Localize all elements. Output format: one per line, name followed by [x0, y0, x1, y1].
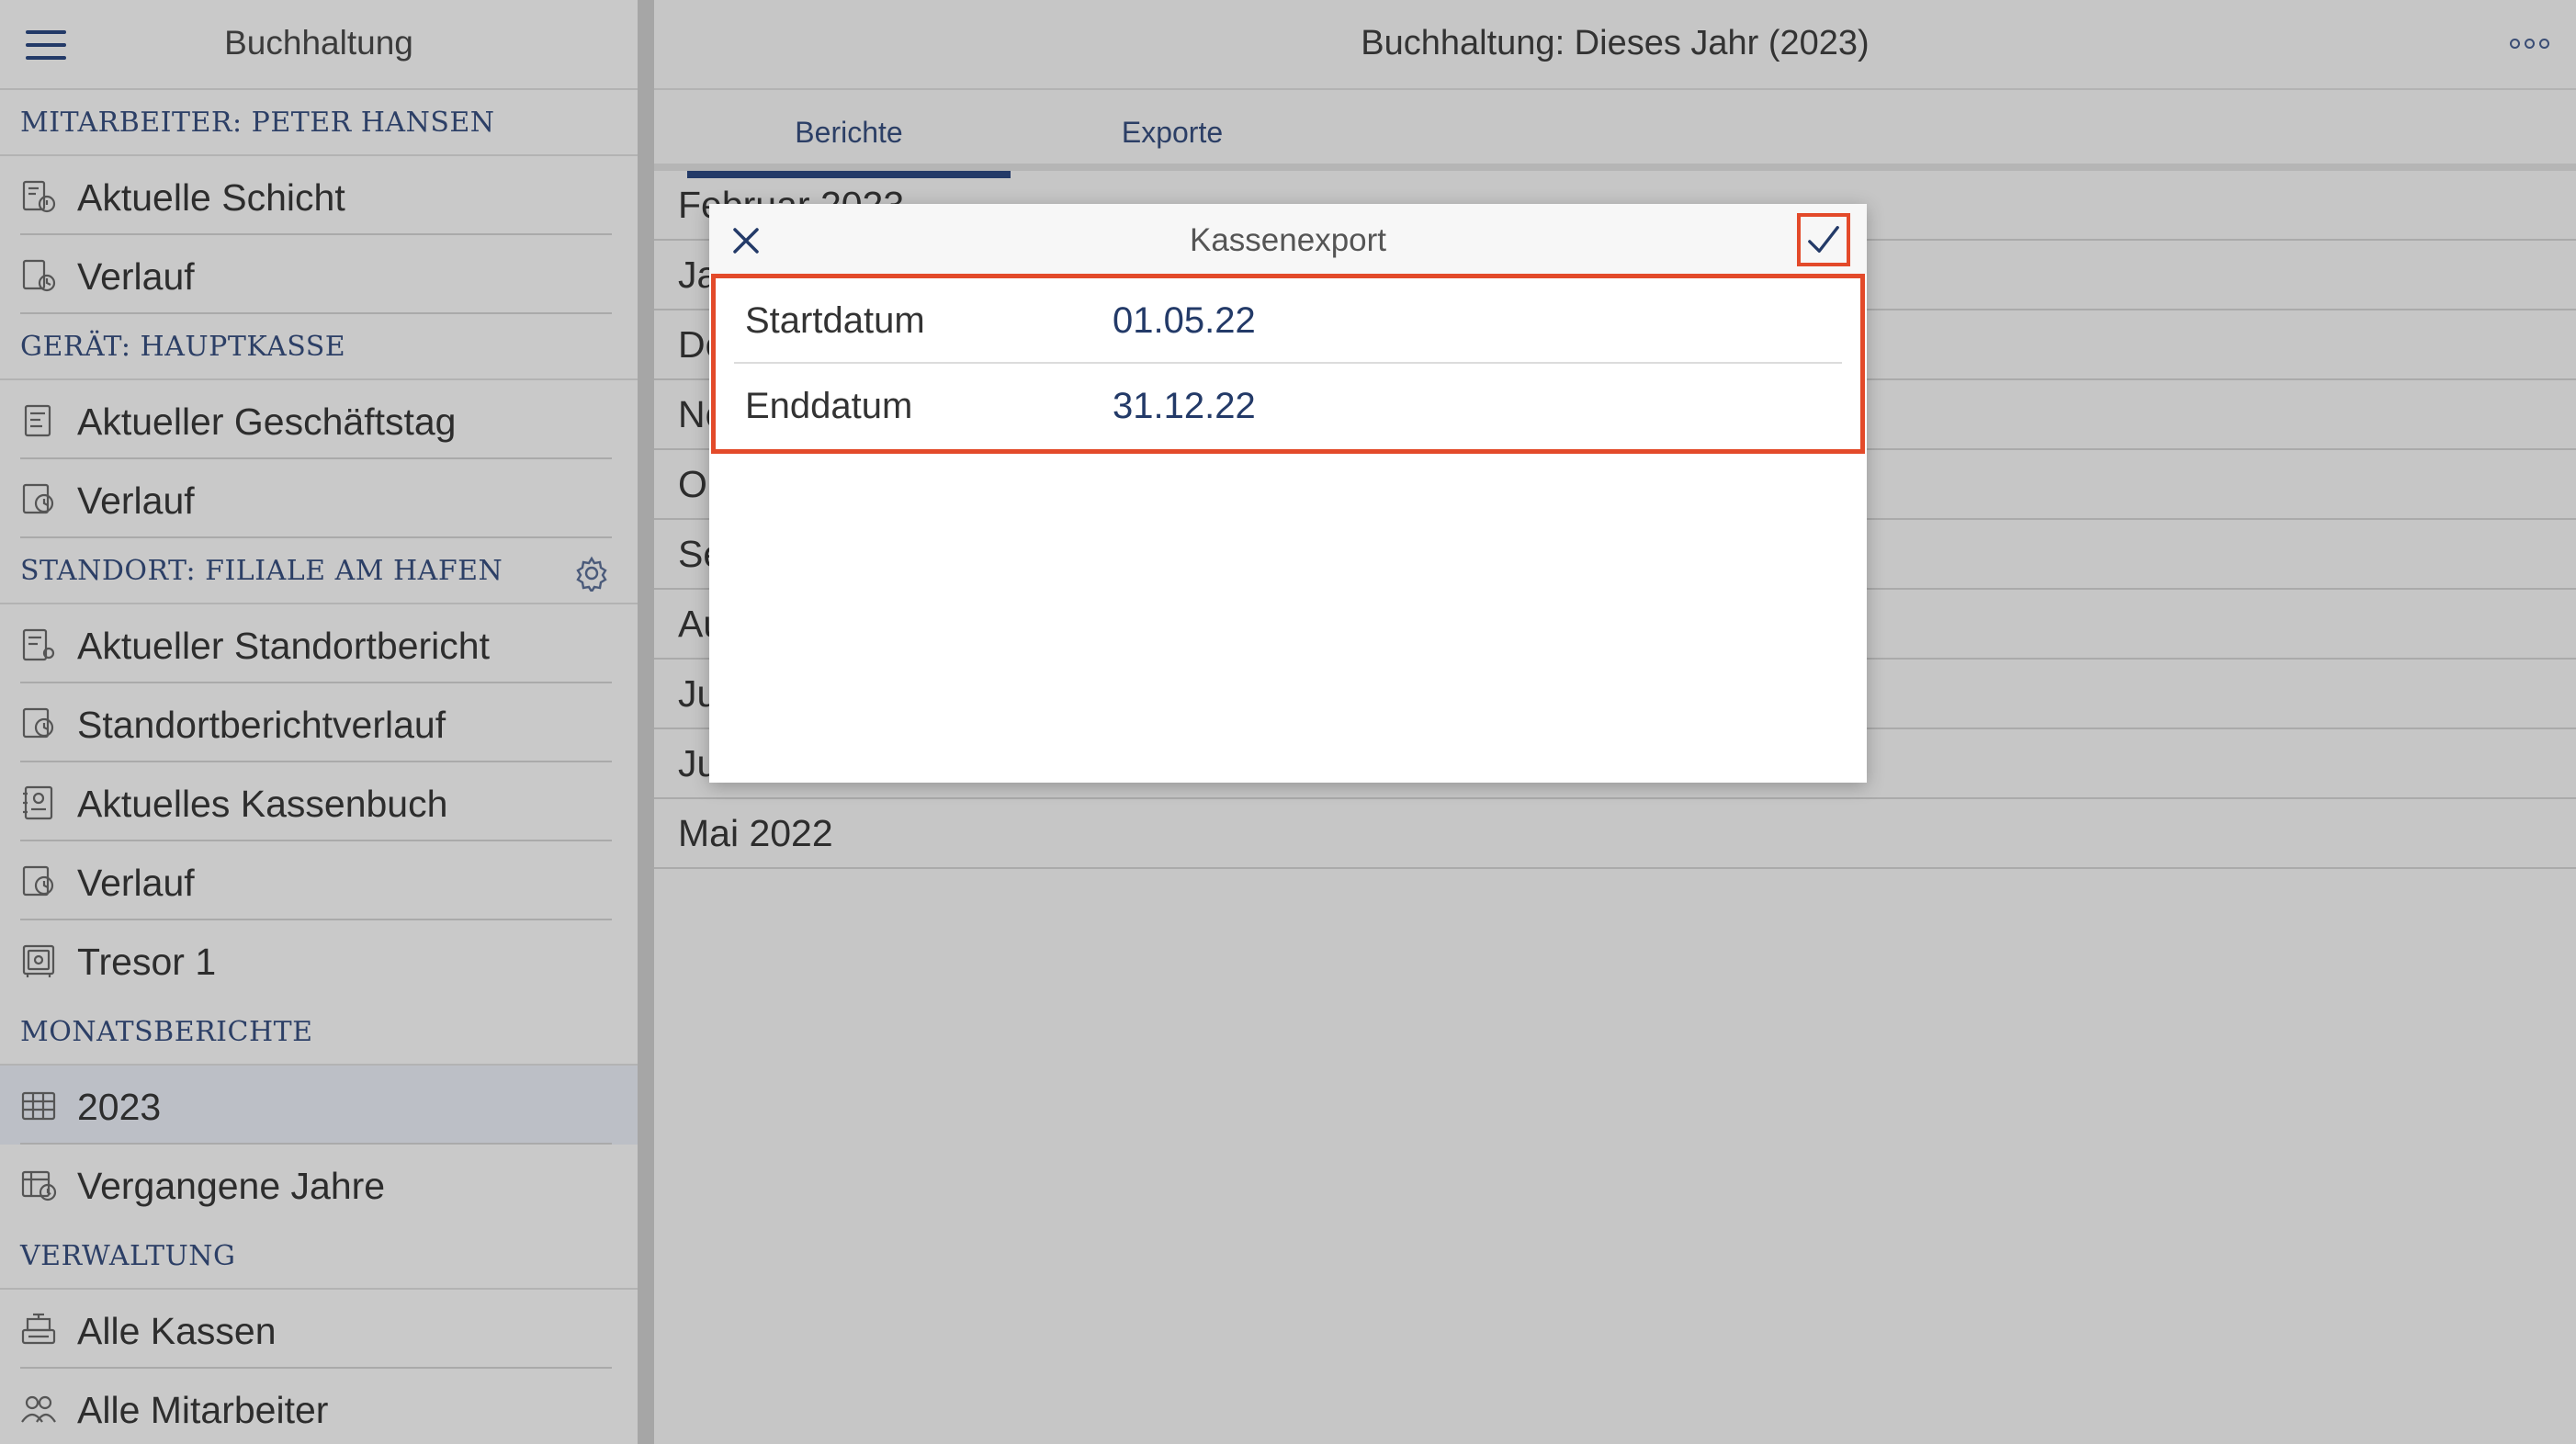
sidebar-item-standortberichtverlauf[interactable]: Standortberichtverlauf: [0, 683, 638, 762]
history-icon: [22, 259, 56, 292]
month-row[interactable]: Mai 2022: [654, 799, 2576, 869]
checkmark-icon: [1808, 226, 1839, 254]
sidebar-item-verlauf-kassenbuch[interactable]: Verlauf: [0, 841, 638, 920]
sidebar-item-label: Aktueller Geschäftstag: [77, 400, 457, 443]
section-header-label: GERÄT: HAUPTKASSE: [20, 330, 346, 363]
start-date-field[interactable]: 01.05.22: [1113, 300, 1256, 342]
section-header-verwaltung: VERWALTUNG: [0, 1224, 638, 1290]
dialog-title: Kassenexport: [1189, 222, 1387, 258]
sidebar-item-label: Aktueller Standortbericht: [77, 625, 490, 667]
end-date-field[interactable]: 31.12.22: [1113, 386, 1256, 427]
sidebar-item-tresor-1[interactable]: Tresor 1: [0, 920, 638, 999]
end-date-label: Enddatum: [745, 386, 913, 426]
report-icon: [24, 404, 51, 437]
gear-icon[interactable]: [573, 555, 610, 592]
more-options-icon[interactable]: [2510, 39, 2550, 50]
register-icon: [21, 1313, 56, 1345]
sidebar-item-aktuelle-schicht[interactable]: Aktuelle Schicht: [0, 156, 638, 235]
sidebar-item-label: Vergangene Jahre: [77, 1165, 386, 1207]
sidebar-item-aktueller-standortbericht[interactable]: Aktueller Standortbericht: [0, 604, 638, 683]
section-header-monatsberichte: MONATSBERICHTE: [0, 999, 638, 1066]
sidebar-item-label: Verlauf: [77, 255, 195, 298]
calendar-history-icon: [21, 1170, 57, 1201]
export-dialog: Kassenexport Startdatum 01.05.22 Enddatu…: [709, 204, 1867, 783]
section-header-label: MONATSBERICHTE: [20, 1015, 313, 1048]
history-icon: [22, 865, 54, 897]
history-icon: [22, 483, 54, 514]
tab-exporte[interactable]: Exporte: [1011, 90, 1334, 171]
location-report-icon: [22, 628, 55, 661]
users-icon: [21, 1395, 56, 1423]
main-header: Buchhaltung: Dieses Jahr (2023): [654, 0, 2576, 90]
start-date-row[interactable]: Startdatum 01.05.22: [734, 278, 1842, 364]
sidebar-header: Buchhaltung: [0, 0, 638, 90]
sidebar-item-aktuelles-kassenbuch[interactable]: Aktuelles Kassenbuch: [0, 762, 638, 841]
sidebar-item-label: Aktuelle Schicht: [77, 176, 345, 219]
section-header-label: STANDORT: FILIALE AM HAFEN: [20, 554, 503, 587]
sidebar-item-2023[interactable]: 2023: [0, 1066, 638, 1145]
sidebar-item-label: Aktuelles Kassenbuch: [77, 783, 448, 825]
sidebar-item-label: Standortberichtverlauf: [77, 704, 446, 746]
sidebar-item-label: Alle Mitarbeiter: [77, 1389, 329, 1431]
sidebar-item-label: Tresor 1: [77, 941, 217, 983]
split-divider[interactable]: [638, 0, 654, 1444]
cashbook-icon: [23, 785, 53, 820]
section-header-standort: STANDORT: FILIALE AM HAFEN: [0, 538, 638, 604]
history-icon: [22, 707, 54, 739]
confirm-button[interactable]: [1797, 213, 1850, 266]
shift-icon: [22, 180, 56, 213]
section-header-mitarbeiter: MITARBEITER: PETER HANSEN: [0, 90, 638, 156]
section-header-geraet: GERÄT: HAUPTKASSE: [0, 314, 638, 380]
page-title: Buchhaltung: Dieses Jahr (2023): [1361, 24, 1870, 62]
sidebar: Buchhaltung MITARBEITER: PETER HANSEN Ak…: [0, 0, 638, 1444]
safe-icon: [22, 944, 55, 977]
sidebar-title: Buchhaltung: [224, 24, 413, 62]
date-fields: Startdatum 01.05.22 Enddatum 31.12.22: [711, 274, 1865, 454]
sidebar-item-alle-mitarbeiter[interactable]: Alle Mitarbeiter: [0, 1369, 638, 1444]
sidebar-item-label: Verlauf: [77, 479, 195, 522]
sidebar-item-vergangene-jahre[interactable]: Vergangene Jahre: [0, 1145, 638, 1224]
sidebar-item-aktueller-geschaeftstag[interactable]: Aktueller Geschäftstag: [0, 380, 638, 459]
sidebar-item-verlauf-schicht[interactable]: Verlauf: [0, 235, 638, 314]
tab-bar: Berichte Exporte: [654, 90, 2576, 178]
end-date-row[interactable]: Enddatum 31.12.22: [734, 364, 1842, 449]
tab-berichte[interactable]: Berichte: [687, 90, 1011, 178]
sidebar-item-label: Verlauf: [77, 862, 195, 904]
sidebar-item-verlauf-geraet[interactable]: Verlauf: [0, 459, 638, 538]
sidebar-item-label: Alle Kassen: [77, 1310, 277, 1352]
section-header-label: VERWALTUNG: [20, 1239, 236, 1272]
start-date-label: Startdatum: [745, 300, 925, 341]
section-header-label: MITARBEITER: PETER HANSEN: [20, 106, 495, 139]
sidebar-item-alle-kassen[interactable]: Alle Kassen: [0, 1290, 638, 1369]
dialog-header: Kassenexport: [709, 204, 1867, 274]
calendar-grid-icon: [21, 1091, 56, 1121]
sidebar-item-label: 2023: [77, 1086, 162, 1128]
